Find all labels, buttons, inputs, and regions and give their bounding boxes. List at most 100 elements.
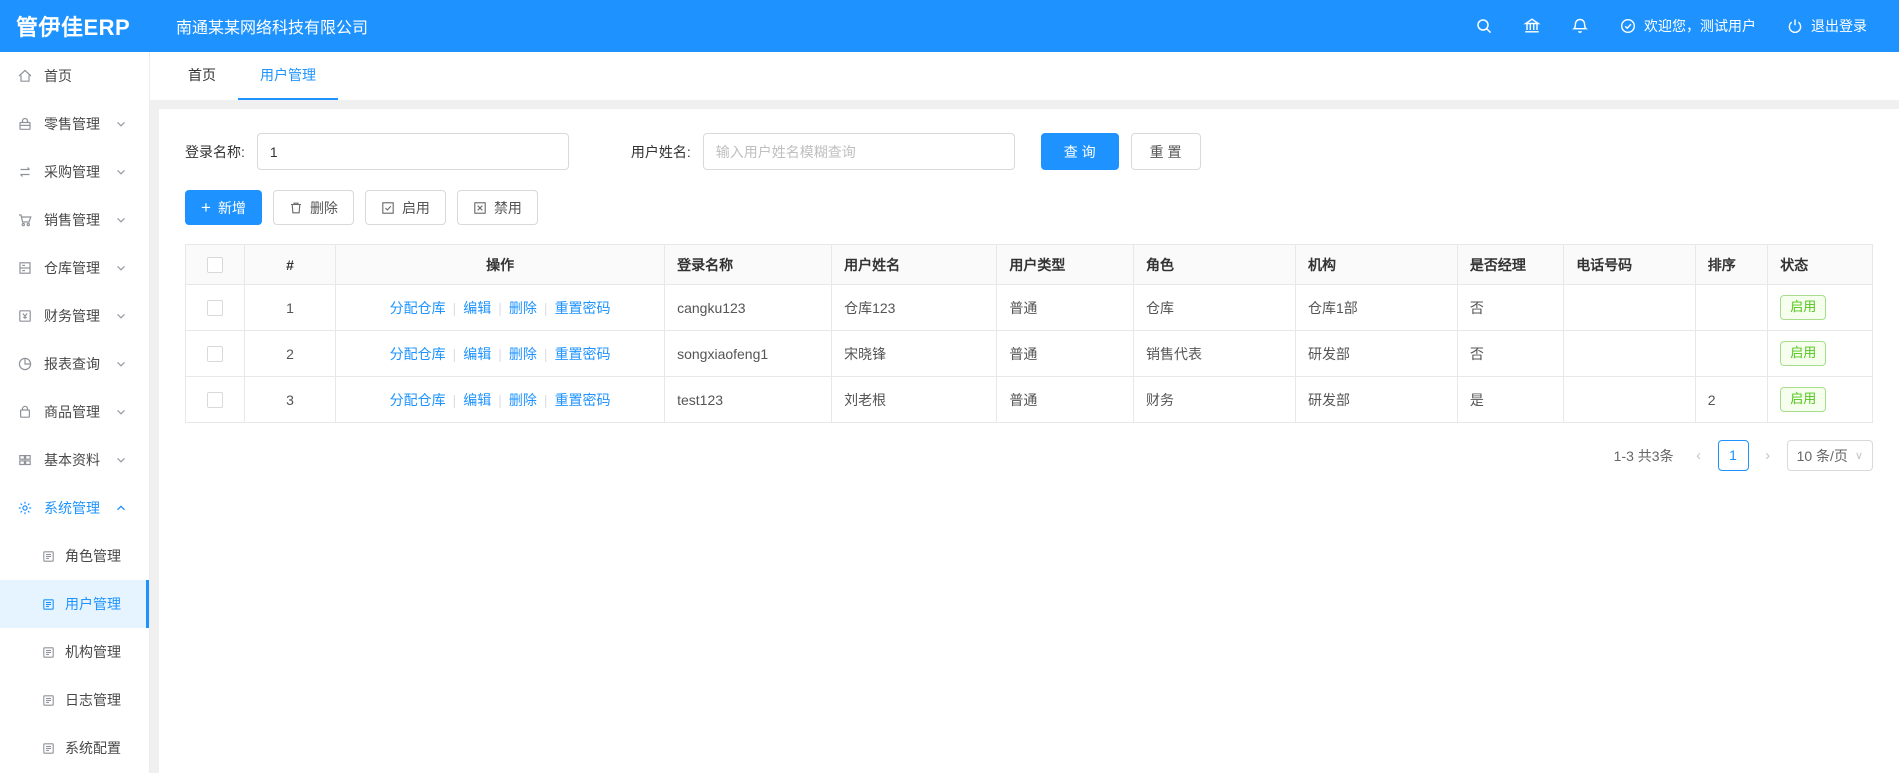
content-panel: 登录名称: 用户姓名: 查 询 重 置 + 新增 删除: [159, 109, 1899, 773]
edit-link[interactable]: 编辑: [463, 346, 491, 362]
delete-link[interactable]: 删除: [509, 346, 537, 362]
row-checkbox[interactable]: [207, 300, 224, 317]
chevron-down-icon: [117, 409, 125, 415]
sidebar-subitem-role[interactable]: 角色管理: [0, 532, 149, 580]
row-actions: 分配仓库 | 编辑 | 删除 | 重置密码: [335, 284, 666, 331]
doc-icon: [43, 598, 54, 610]
company-name: 南通某某网络科技有限公司: [176, 20, 369, 37]
trash-icon: [290, 202, 301, 213]
sidebar-item-warehouse[interactable]: 仓库管理: [0, 244, 149, 292]
sidebar-item-system[interactable]: 系统管理: [0, 484, 149, 532]
enable-button[interactable]: 启用: [364, 190, 446, 225]
next-page-icon[interactable]: ›: [1758, 447, 1778, 464]
col-status: 状态: [1767, 244, 1873, 285]
cell-login: cangku123: [664, 284, 833, 331]
finance-icon: [19, 310, 31, 322]
cell-org: 仓库1部: [1294, 284, 1458, 331]
delete-link[interactable]: 删除: [509, 392, 537, 408]
page-number-button[interactable]: 1: [1717, 440, 1749, 471]
cell-sort: [1694, 284, 1769, 331]
assign-warehouse-link[interactable]: 分配仓库: [390, 300, 446, 316]
pagination: 1-3 共3条 ‹ 1 › 10 条/页 ∨: [185, 440, 1873, 471]
doc-icon: [43, 742, 54, 754]
reset-password-link[interactable]: 重置密码: [555, 346, 611, 362]
bell-icon[interactable]: [1571, 17, 1589, 35]
sidebar-item-retail[interactable]: 零售管理: [0, 100, 149, 148]
login-name-label: 登录名称:: [185, 143, 245, 160]
delete-link[interactable]: 删除: [509, 300, 537, 316]
sidebar-item-sales[interactable]: 销售管理: [0, 196, 149, 244]
welcome-user[interactable]: 欢迎您，测试用户: [1619, 16, 1756, 36]
table-row: 3 分配仓库 | 编辑 | 删除 | 重置密码 test123 刘老根 普通 财务 研发部 …: [184, 376, 1873, 423]
col-phone: 电话号码: [1563, 244, 1696, 285]
warehouse-icon: [19, 262, 31, 274]
cell-role: 仓库: [1133, 284, 1296, 331]
col-org: 机构: [1294, 244, 1458, 285]
cell-phone: [1563, 376, 1696, 423]
prev-page-icon[interactable]: ‹: [1689, 447, 1709, 464]
cell-type: 普通: [996, 376, 1135, 423]
sidebar-item-home[interactable]: 首页: [0, 52, 149, 100]
page-size-select[interactable]: 10 条/页 ∨: [1786, 440, 1873, 471]
tab-user-management[interactable]: 用户管理: [238, 52, 338, 100]
bank-icon[interactable]: [1523, 17, 1541, 35]
assign-warehouse-link[interactable]: 分配仓库: [390, 346, 446, 362]
col-type: 用户类型: [996, 244, 1135, 285]
chevron-down-icon: [117, 121, 125, 127]
col-name: 用户姓名: [831, 244, 998, 285]
table-row: 1 分配仓库 | 编辑 | 删除 | 重置密码 cangku123 仓库123 普通 仓库 …: [184, 284, 1873, 331]
cell-role: 财务: [1133, 376, 1296, 423]
chevron-down-icon: [117, 457, 125, 463]
select-all-checkbox[interactable]: [207, 257, 224, 274]
row-checkbox[interactable]: [207, 392, 224, 409]
topbar-actions: 欢迎您，测试用户 退出登录: [1475, 16, 1899, 36]
search-button[interactable]: 查 询: [1040, 133, 1119, 170]
user-name-input[interactable]: [702, 133, 1015, 170]
cell-type: 普通: [996, 284, 1135, 331]
reset-password-link[interactable]: 重置密码: [555, 392, 611, 408]
sidebar-item-goods[interactable]: 商品管理: [0, 388, 149, 436]
chevron-down-icon: [117, 313, 125, 319]
sidebar-subitem-config[interactable]: 系统配置: [0, 724, 149, 772]
toolbar: + 新增 删除 启用 禁用: [185, 190, 1873, 225]
basic-grid-icon: [19, 454, 31, 466]
col-actions: 操作: [335, 244, 666, 285]
cell-name: 宋晓锋: [831, 330, 998, 377]
sidebar-subitem-user[interactable]: 用户管理: [0, 580, 149, 628]
sidebar-item-basic[interactable]: 基本资料: [0, 436, 149, 484]
cell-sort: 2: [1694, 376, 1769, 423]
doc-icon: [43, 646, 54, 658]
table-header-row: # 操作 登录名称 用户姓名 用户类型 角色 机构 是否经理 电话号码 排序 状…: [184, 244, 1873, 285]
add-button[interactable]: + 新增: [185, 190, 262, 225]
welcome-text: 欢迎您，测试用户: [1644, 18, 1756, 34]
disable-button[interactable]: 禁用: [456, 190, 538, 225]
sidebar-item-purchase[interactable]: 采购管理: [0, 148, 149, 196]
edit-link[interactable]: 编辑: [463, 300, 491, 316]
tab-home[interactable]: 首页: [166, 52, 238, 100]
chevron-down-icon: [117, 361, 125, 367]
goods-bag-icon: [19, 405, 31, 418]
cell-manager: 否: [1456, 330, 1565, 377]
assign-warehouse-link[interactable]: 分配仓库: [390, 392, 446, 408]
reset-button[interactable]: 重 置: [1130, 133, 1201, 170]
gear-icon: [18, 501, 32, 515]
sidebar-subitem-org[interactable]: 机构管理: [0, 628, 149, 676]
reset-password-link[interactable]: 重置密码: [555, 300, 611, 316]
login-name-input[interactable]: [256, 133, 569, 170]
filter-row: 登录名称: 用户姓名: 查 询 重 置: [185, 133, 1873, 170]
search-icon[interactable]: [1475, 17, 1493, 35]
purchase-icon: [20, 167, 30, 177]
sidebar-item-report[interactable]: 报表查询: [0, 340, 149, 388]
logout-button[interactable]: 退出登录: [1786, 16, 1867, 36]
row-checkbox[interactable]: [207, 346, 224, 363]
sidebar-item-finance[interactable]: 财务管理: [0, 292, 149, 340]
cell-name: 仓库123: [831, 284, 998, 331]
doc-icon: [43, 694, 54, 706]
logout-text: 退出登录: [1811, 18, 1867, 34]
main-area: 首页 用户管理 登录名称: 用户姓名: 查 询 重 置 + 新增: [150, 52, 1899, 773]
sidebar-subitem-log[interactable]: 日志管理: [0, 676, 149, 724]
home-icon: [18, 69, 32, 82]
delete-button[interactable]: 删除: [272, 190, 354, 225]
edit-link[interactable]: 编辑: [463, 392, 491, 408]
logout-power-icon: [1788, 19, 1802, 33]
